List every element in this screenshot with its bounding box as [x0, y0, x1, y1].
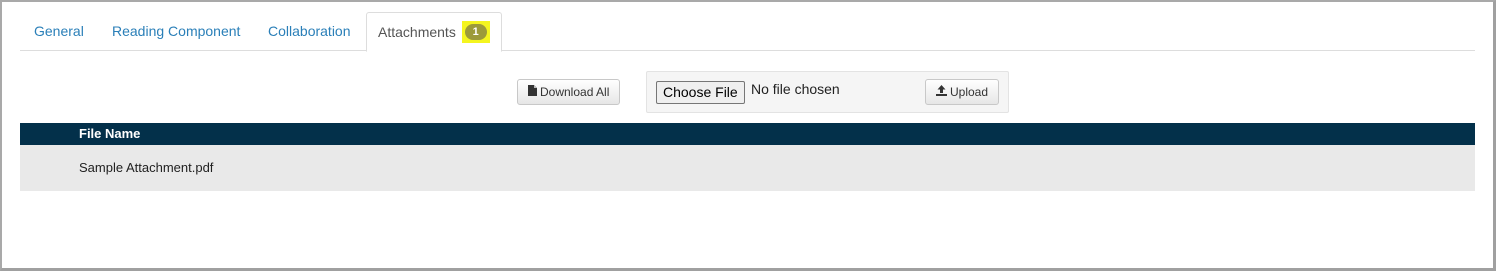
tab-attachments-label: Attachments — [378, 24, 456, 40]
table-header: File Name — [20, 123, 1475, 145]
download-all-button[interactable]: Download All — [517, 79, 621, 105]
upload-button[interactable]: Upload — [925, 79, 1000, 105]
badge-highlight: 1 — [461, 21, 490, 44]
upload-label: Upload — [950, 85, 989, 99]
file-status-text: No file chosen — [751, 81, 840, 97]
upload-icon — [936, 80, 947, 104]
column-header-file-name[interactable]: File Name — [79, 123, 140, 144]
tab-attachments[interactable]: Attachments 1 — [366, 12, 502, 52]
tab-reading-component[interactable]: Reading Component — [112, 12, 240, 51]
table-row[interactable]: Sample Attachment.pdf — [20, 145, 1475, 191]
choose-file-button[interactable]: Choose File — [656, 81, 745, 104]
tab-bar: General Reading Component Collaboration … — [20, 12, 1475, 52]
attachment-count-badge: 1 — [464, 24, 487, 41]
tab-general[interactable]: General — [34, 12, 84, 51]
download-all-label: Download All — [540, 85, 610, 99]
upload-panel: Choose File No file chosen Upload — [646, 71, 1009, 113]
file-name-cell[interactable]: Sample Attachment.pdf — [79, 160, 213, 175]
file-icon — [528, 80, 537, 104]
tab-collaboration[interactable]: Collaboration — [268, 12, 351, 51]
